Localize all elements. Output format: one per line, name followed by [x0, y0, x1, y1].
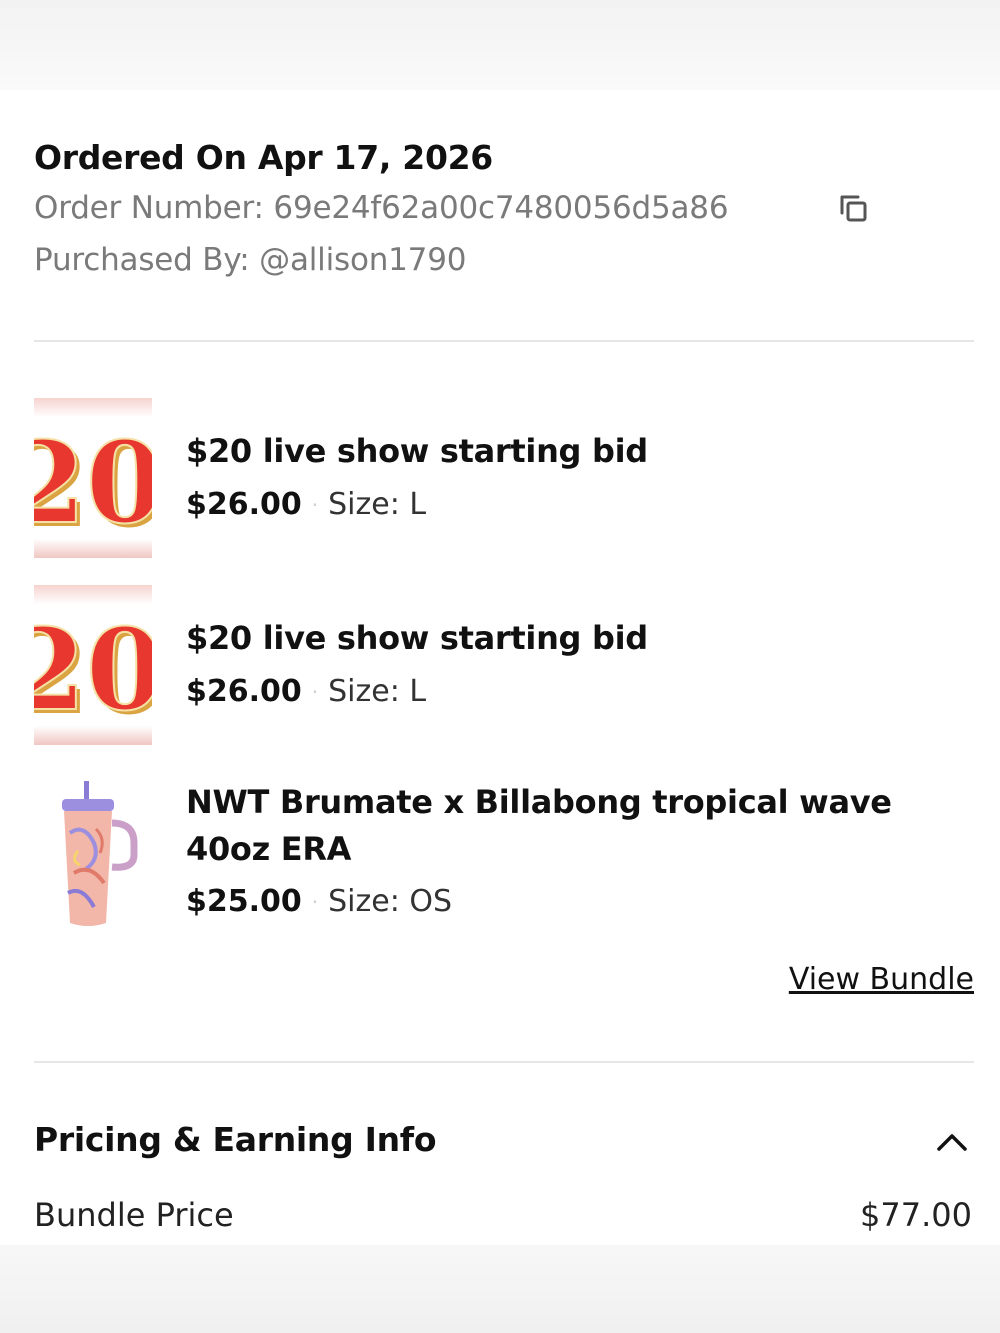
item-price: $25.00: [186, 884, 302, 919]
separator-dot: ·: [311, 679, 319, 704]
view-bundle-link[interactable]: View Bundle: [789, 962, 974, 997]
chevron-up-icon[interactable]: [934, 1128, 970, 1156]
separator-dot: ·: [311, 889, 319, 914]
item-thumbnail-tumbler[interactable]: [34, 773, 152, 933]
separator-dot: ·: [311, 492, 319, 517]
item-thumbnail-20-badge[interactable]: 20 20: [34, 585, 152, 745]
item-price-row: $25.00 · Size: OS: [186, 884, 452, 919]
item-price: $26.00: [186, 487, 302, 522]
divider: [34, 1061, 974, 1063]
item-price-row: $26.00 · Size: L: [186, 674, 426, 709]
purchased-by: Purchased By: @allison1790: [34, 242, 467, 278]
ordered-on-date: Ordered On Apr 17, 2026: [34, 138, 493, 177]
thumb-20-text: 20: [34, 418, 152, 549]
item-size: Size: L: [328, 487, 427, 522]
item-size: Size: L: [328, 674, 427, 709]
bottom-blur-area: [0, 1245, 1000, 1333]
item-title[interactable]: NWT Brumate x Billabong tropical wave 40…: [186, 779, 976, 873]
divider: [34, 340, 974, 342]
item-thumbnail-20-badge[interactable]: 20 20: [34, 398, 152, 558]
bundle-price-value: $77.00: [860, 1196, 972, 1234]
order-number: Order Number: 69e24f62a00c7480056d5a86: [34, 190, 729, 226]
item-title[interactable]: $20 live show starting bid: [186, 428, 976, 475]
item-price: $26.00: [186, 674, 302, 709]
item-price-row: $26.00 · Size: L: [186, 487, 426, 522]
pricing-section-title[interactable]: Pricing & Earning Info: [34, 1120, 437, 1159]
item-title[interactable]: $20 live show starting bid: [186, 615, 976, 662]
copy-icon[interactable]: [838, 193, 870, 225]
bundle-price-label: Bundle Price: [34, 1196, 234, 1234]
top-blur-area: [0, 0, 1000, 90]
item-size: Size: OS: [328, 884, 453, 919]
thumb-20-text: 20: [34, 605, 152, 736]
